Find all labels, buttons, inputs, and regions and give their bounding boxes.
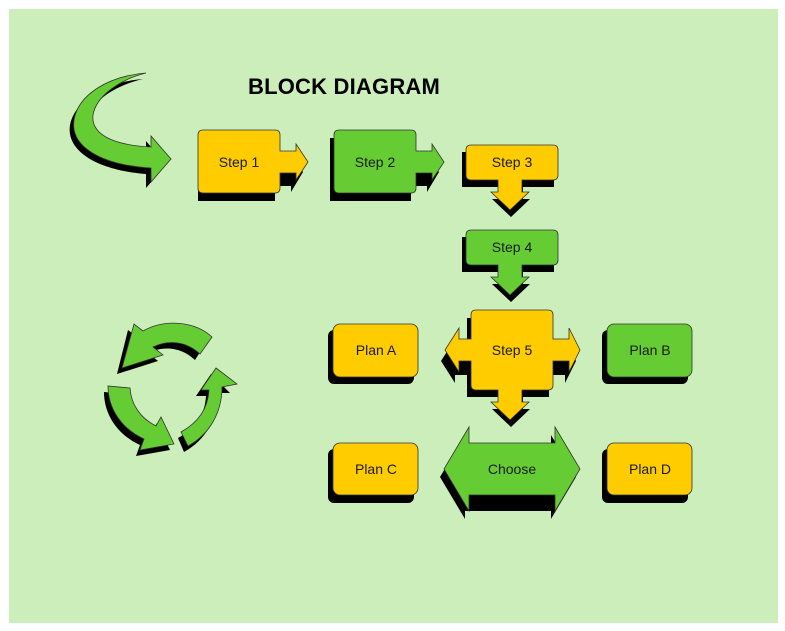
choose-node[interactable]: Choose: [440, 425, 581, 519]
plan-b-node[interactable]: Plan B: [602, 323, 693, 384]
step-2-node[interactable]: Step 2: [330, 129, 445, 201]
choose-label: Choose: [488, 461, 536, 477]
step-3-node[interactable]: Step 3: [462, 144, 559, 217]
step-4-label: Step 4: [492, 239, 533, 255]
plan-a-node[interactable]: Plan A: [328, 323, 419, 384]
diagram-title: BLOCK DIAGRAM: [248, 74, 441, 99]
plan-b-label: Plan B: [629, 342, 670, 358]
step-5-node[interactable]: Step 5: [441, 309, 581, 427]
plan-d-node[interactable]: Plan D: [602, 442, 693, 503]
step-2-label: Step 2: [355, 154, 396, 170]
step-3-label: Step 3: [492, 154, 533, 170]
plan-c-label: Plan C: [355, 461, 397, 477]
plan-c-node[interactable]: Plan C: [328, 442, 419, 503]
step-1-node[interactable]: Step 1: [197, 129, 309, 201]
recycle-arrows-icon: [104, 322, 238, 456]
step-5-label: Step 5: [492, 342, 533, 358]
step-1-label: Step 1: [219, 154, 260, 170]
step-4-node[interactable]: Step 4: [462, 229, 559, 302]
curved-arrow-icon: [69, 72, 172, 188]
plan-a-label: Plan A: [356, 342, 397, 358]
plan-d-label: Plan D: [629, 461, 671, 477]
